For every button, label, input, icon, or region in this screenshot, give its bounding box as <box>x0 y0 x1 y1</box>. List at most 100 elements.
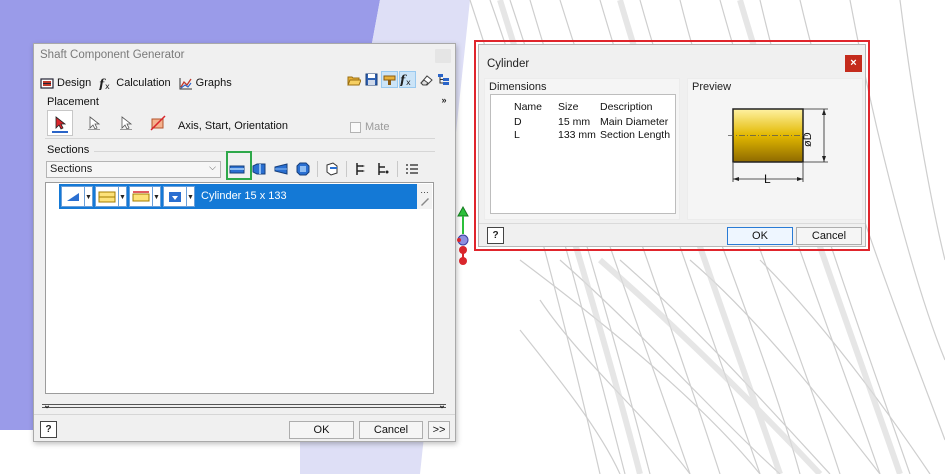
length-dimension-label: L <box>764 172 771 186</box>
sections-toolbar <box>227 159 422 179</box>
preview-pane: Preview L øD <box>687 78 863 220</box>
row-size[interactable]: 15 mm <box>558 116 600 128</box>
row-description: Section Length <box>600 129 671 141</box>
svg-text:x: x <box>406 78 411 86</box>
close-icon[interactable]: × <box>845 55 862 72</box>
orientation-select-button[interactable] <box>113 110 139 136</box>
open-folder-icon <box>346 76 361 85</box>
mate-checkbox-box[interactable] <box>350 121 361 133</box>
list-view-button[interactable] <box>402 159 422 179</box>
row-size[interactable]: 133 mm <box>558 129 600 141</box>
section-row[interactable]: ▼ ▼ ▼ ▼ Cylinder 15 x 133 … <box>59 184 432 209</box>
cylinder-edge-icon <box>132 190 150 201</box>
section-features-button[interactable] <box>322 159 342 179</box>
axis-select-button[interactable] <box>47 110 73 136</box>
sections-dropdown[interactable]: Sections ⌵ <box>46 161 221 178</box>
table-row[interactable]: D 15 mm Main Diameter <box>514 116 680 128</box>
end-feature-button[interactable] <box>163 186 187 207</box>
splitter-line <box>42 404 446 405</box>
row-name: L <box>514 129 520 141</box>
left-edge-dropdown[interactable]: ▼ <box>84 186 93 207</box>
chamfer-icon <box>67 192 79 201</box>
sections-list: ▼ ▼ ▼ ▼ Cylinder 15 x 133 … <box>45 182 434 394</box>
dimensions-table: Name Size Description D 15 mm Main Diame… <box>490 94 676 214</box>
eraser-icon <box>419 74 433 85</box>
calculation-settings-icon: f x <box>400 73 411 86</box>
dimensions-label: Dimensions <box>489 81 547 93</box>
row-name: D <box>514 116 522 128</box>
design-settings-icon <box>383 75 395 85</box>
toolbar-separator <box>317 161 318 177</box>
sections-label: Sections <box>47 144 90 156</box>
tree-icon <box>438 74 449 85</box>
graphs-icon <box>179 77 192 89</box>
table-row[interactable]: L 133 mm Section Length <box>514 129 680 141</box>
table-header: Name Size Description <box>514 101 680 113</box>
help-button[interactable]: ? <box>487 227 504 244</box>
tab-graphs-label: Graphs <box>195 77 232 89</box>
placement-description: Axis, Start, Orientation <box>178 120 289 132</box>
calculation-settings-button[interactable]: f x <box>399 71 416 88</box>
split-section-button[interactable] <box>351 159 371 179</box>
chevron-down-icon[interactable]: ⌄ <box>437 400 447 410</box>
chevron-down-icon[interactable]: ⌄ <box>42 400 52 410</box>
dialog-toolbar: f x <box>345 71 452 88</box>
tab-design-label: Design <box>57 77 92 89</box>
diameter-dimension-label: øD <box>802 132 814 147</box>
vertical-scrollbar[interactable] <box>436 182 448 394</box>
cursor-icon <box>88 116 101 130</box>
tab-design[interactable]: Design <box>40 74 91 92</box>
cancel-button[interactable]: Cancel <box>359 421 423 439</box>
sections-divider <box>94 151 435 152</box>
left-edge-button[interactable] <box>61 186 85 207</box>
help-button[interactable]: ? <box>40 421 57 438</box>
polygon-prism-icon <box>296 162 310 176</box>
cylinder-section-icon <box>98 191 116 202</box>
expand-right-icon[interactable]: » <box>439 95 449 105</box>
insert-cone-button[interactable] <box>249 159 269 179</box>
tree-button[interactable] <box>435 71 452 88</box>
svg-text:x: x <box>105 82 110 90</box>
mate-checkbox[interactable]: Mate <box>350 121 389 133</box>
tab-graphs[interactable]: Graphs <box>179 74 232 92</box>
flip-icon <box>150 115 166 131</box>
dialog-title[interactable]: Shaft Component Generator <box>34 44 455 68</box>
flip-button[interactable] <box>145 110 171 136</box>
calculation-icon: f x <box>99 77 110 90</box>
placement-label: Placement <box>47 96 99 108</box>
cylinder-dialog: Cylinder × Dimensions Name Size Descript… <box>478 44 866 247</box>
more-button[interactable]: >> <box>428 421 450 439</box>
cone-icon <box>252 163 266 175</box>
ok-button[interactable]: OK <box>727 227 793 245</box>
cancel-button[interactable]: Cancel <box>796 227 862 245</box>
tab-calculation[interactable]: f x Calculation <box>99 74 170 92</box>
join-icon <box>378 163 389 175</box>
close-button[interactable] <box>435 49 451 63</box>
features-icon <box>326 162 338 176</box>
start-select-button[interactable] <box>81 110 107 136</box>
insert-polygon-button[interactable] <box>271 159 291 179</box>
orientation-gizmo[interactable] <box>455 206 471 268</box>
section-row-more[interactable]: … <box>417 184 432 209</box>
section-features-dropdown[interactable]: ▼ <box>118 186 127 207</box>
save-icon <box>365 73 378 86</box>
clear-button[interactable] <box>417 71 434 88</box>
right-edge-button[interactable] <box>129 186 153 207</box>
splitter[interactable] <box>42 402 446 412</box>
placement-divider <box>45 138 435 139</box>
section-features-button[interactable] <box>95 186 119 207</box>
right-edge-dropdown[interactable]: ▼ <box>152 186 161 207</box>
column-name-header: Name <box>514 101 543 113</box>
design-settings-button[interactable] <box>381 71 398 88</box>
end-feature-icon <box>169 191 181 202</box>
open-button[interactable] <box>345 71 362 88</box>
save-button[interactable] <box>363 71 380 88</box>
cylinder-preview <box>728 108 828 182</box>
cursor-red-icon <box>55 116 67 130</box>
dimensions-pane: Dimensions Name Size Description D 15 mm… <box>484 78 680 220</box>
ok-button[interactable]: OK <box>289 421 354 439</box>
end-feature-dropdown[interactable]: ▼ <box>186 186 195 207</box>
join-section-button[interactable] <box>373 159 393 179</box>
footer-divider <box>34 414 455 415</box>
insert-sphere-button[interactable] <box>293 159 313 179</box>
